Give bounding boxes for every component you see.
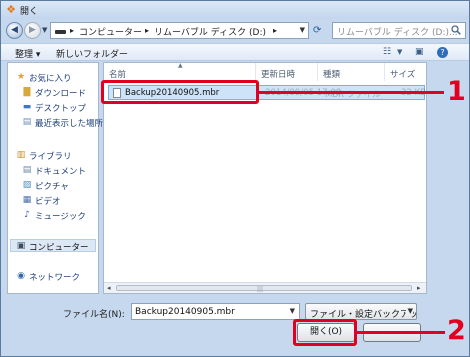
toolbar: 整理 ▾ 新しいフォルダー ☷ ▼ ▣ ? [1, 43, 469, 61]
star-icon: ★ [16, 72, 26, 82]
search-input[interactable]: リムーバブル ディスク (D:)... [332, 22, 466, 39]
sort-ascending-icon: ▲ [178, 62, 183, 69]
breadcrumb-separator-icon[interactable]: ▸ [273, 26, 277, 35]
file-type: MBR ファイル [325, 90, 381, 100]
refresh-icon[interactable]: ⟳ [313, 25, 321, 36]
network-icon: ◉ [17, 271, 25, 281]
help-icon[interactable]: ? [437, 47, 448, 58]
address-bar[interactable]: ▸ コンピューター ▸ リムーバブル ディスク (D:) ▸ ▼ [50, 22, 309, 39]
forward-button[interactable]: ▶ [24, 22, 41, 39]
column-header-size[interactable]: サイズ [385, 63, 426, 81]
navigation-pane: ★ お気に入り ▇ ダウンロード ▬ デスクトップ ▤ 最近表示した場所 ▥ ラ… [7, 62, 103, 294]
breadcrumb-separator-icon[interactable]: ▸ [70, 26, 74, 35]
back-button[interactable]: ◀ [6, 22, 23, 39]
open-file-dialog: ❖ 開く ◀ ▶ ▼ ▸ コンピューター ▸ リムーバブル ディスク (D:) … [0, 0, 470, 357]
breadcrumb-removable-disk[interactable]: リムーバブル ディスク (D:) [154, 25, 266, 38]
scroll-right-icon[interactable]: ▸ [417, 284, 421, 292]
column-header-type[interactable]: 種類 [318, 63, 385, 81]
breadcrumb-computer[interactable]: コンピューター [79, 25, 142, 38]
recent-pages-dropdown[interactable]: ▼ [42, 26, 47, 34]
column-header-name[interactable]: 名前 ▲ [104, 63, 256, 81]
column-header-date[interactable]: 更新日時 [256, 63, 318, 81]
drive-icon [55, 30, 66, 34]
callout-highlight-file [101, 80, 259, 104]
callout-number-1: 1 [447, 76, 466, 107]
new-folder-button[interactable]: 新しいフォルダー [56, 47, 128, 60]
file-type-select[interactable]: ファイル・設定バックアップ... ▼ [305, 303, 417, 320]
library-icon: ▥ [16, 150, 26, 160]
arrow-right-icon: ▶ [29, 25, 36, 35]
desktop-icon: ▬ [22, 102, 32, 112]
search-icon[interactable] [451, 25, 461, 35]
filename-field[interactable]: Backup20140905.mbr ▼ [131, 303, 300, 320]
chevron-down-icon[interactable]: ▼ [290, 307, 295, 315]
grip-icon: ||| [257, 286, 264, 293]
chevron-down-icon[interactable]: ▼ [300, 26, 305, 34]
callout-highlight-open [293, 319, 357, 346]
scroll-left-icon[interactable]: ◂ [107, 284, 111, 292]
filename-value: Backup20140905.mbr [135, 307, 235, 317]
pictures-icon: ▨ [22, 180, 32, 190]
arrow-left-icon: ◀ [11, 25, 18, 35]
music-icon: ♪ [24, 210, 30, 220]
organize-button[interactable]: 整理 ▾ [15, 47, 40, 60]
documents-icon: ▤ [22, 165, 32, 175]
breadcrumb-separator-icon[interactable]: ▸ [145, 26, 149, 35]
chevron-down-icon[interactable]: ▼ [405, 307, 413, 315]
title-bar[interactable]: ❖ 開く [1, 1, 469, 19]
filename-label: ファイル名(N): [63, 310, 125, 320]
scrollbar-thumb[interactable]: ||| [116, 285, 412, 293]
recent-places-icon: ▤ [22, 117, 32, 127]
window-title: 開く [20, 7, 39, 17]
downloads-folder-icon: ▇ [23, 87, 31, 97]
computer-icon: ▣ [16, 241, 26, 251]
horizontal-scrollbar[interactable]: ◂ ||| ▸ [104, 282, 426, 293]
view-dropdown-icon[interactable]: ▼ [397, 48, 402, 56]
preview-pane-icon[interactable]: ▣ [415, 47, 424, 57]
search-placeholder: リムーバブル ディスク (D:)... [337, 28, 458, 38]
app-icon: ❖ [6, 3, 16, 16]
navigation-row: ◀ ▶ ▼ ▸ コンピューター ▸ リムーバブル ディスク (D:) ▸ ▼ ⟳… [1, 19, 469, 43]
callout-number-2: 2 [447, 315, 466, 346]
callout-leader-line [259, 91, 444, 94]
videos-icon: ▦ [22, 195, 32, 205]
callout-leader-line [357, 331, 445, 334]
view-options-icon[interactable]: ☷ [383, 47, 391, 57]
